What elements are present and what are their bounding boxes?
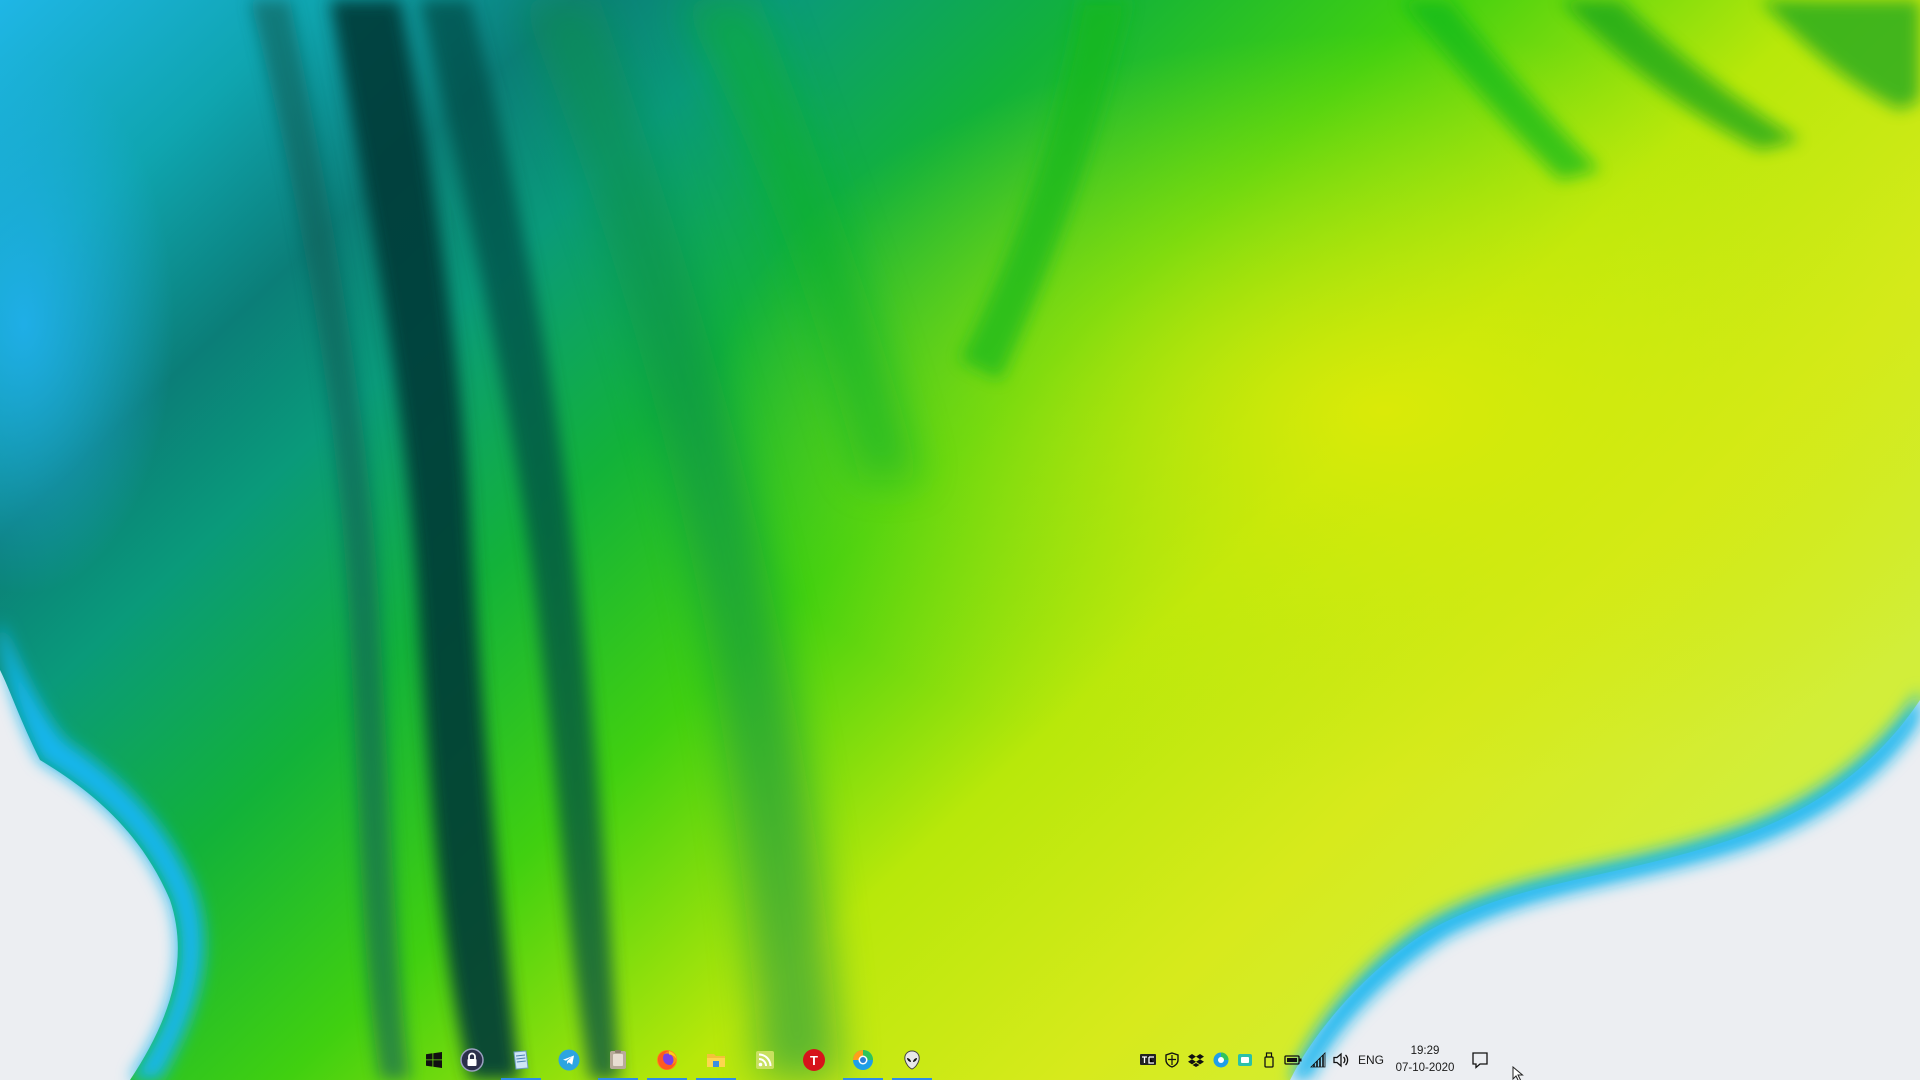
battery-icon — [1284, 1055, 1302, 1065]
rss-icon — [756, 1051, 774, 1069]
tray-edge-icon[interactable] — [1211, 1040, 1231, 1080]
mouse-cursor — [1512, 1066, 1524, 1080]
dropbox-icon — [1188, 1054, 1204, 1067]
taskbar-app-edge[interactable] — [839, 1040, 887, 1080]
action-center-button[interactable] — [1468, 1040, 1492, 1080]
green-app-icon — [1238, 1054, 1252, 1066]
tray-battery-icon[interactable] — [1283, 1040, 1303, 1080]
taskbar-app-rss-reader[interactable] — [741, 1040, 789, 1080]
clock-date: 07-10-2020 — [1395, 1062, 1455, 1074]
taskbar-app-clipboard[interactable] — [594, 1040, 642, 1080]
folder-icon — [707, 1054, 725, 1067]
clock[interactable]: 19:29 07-10-2020 — [1390, 1041, 1460, 1079]
wifi-icon — [1310, 1052, 1326, 1068]
usb-drive-icon — [1264, 1052, 1274, 1068]
telegram-icon — [558, 1049, 580, 1071]
edge-icon — [853, 1050, 873, 1070]
taskbar-app-t[interactable]: T — [790, 1040, 838, 1080]
t-letter-label: T — [810, 1052, 818, 1068]
shield-icon — [1165, 1052, 1179, 1068]
desktop: T ENG 19:29 07-10-2020 — [0, 0, 1920, 1080]
clock-time: 19:29 — [1410, 1045, 1440, 1057]
notification-icon — [1472, 1052, 1488, 1069]
tc-icon — [1140, 1054, 1156, 1065]
taskbar-app-firefox[interactable] — [643, 1040, 691, 1080]
tray-tc-icon[interactable] — [1138, 1040, 1158, 1080]
lock-icon — [460, 1048, 484, 1072]
clipboard-icon — [610, 1050, 626, 1069]
windows-logo-icon — [426, 1052, 442, 1068]
tray-dropbox-icon[interactable] — [1186, 1040, 1206, 1080]
alien-icon — [904, 1050, 920, 1070]
tray-wifi-icon[interactable] — [1307, 1040, 1329, 1080]
edge-small-icon — [1213, 1052, 1229, 1068]
taskbar-app-notepad[interactable] — [497, 1040, 545, 1080]
taskbar-app-file-explorer[interactable] — [692, 1040, 740, 1080]
taskbar-app-lock[interactable] — [448, 1040, 496, 1080]
tray-usb-icon[interactable] — [1259, 1040, 1279, 1080]
tray-volume-icon[interactable] — [1331, 1040, 1353, 1080]
tray-defender-icon[interactable] — [1162, 1040, 1182, 1080]
wallpaper — [0, 0, 1920, 1080]
taskbar — [0, 1040, 1920, 1080]
taskbar-app-alien[interactable] — [888, 1040, 936, 1080]
tray-app-icon[interactable] — [1235, 1040, 1255, 1080]
language-indicator[interactable]: ENG — [1356, 1040, 1386, 1080]
firefox-icon — [657, 1050, 677, 1070]
notepad-icon — [513, 1050, 529, 1070]
taskbar-app-telegram[interactable] — [545, 1040, 593, 1080]
speaker-icon — [1333, 1052, 1349, 1068]
